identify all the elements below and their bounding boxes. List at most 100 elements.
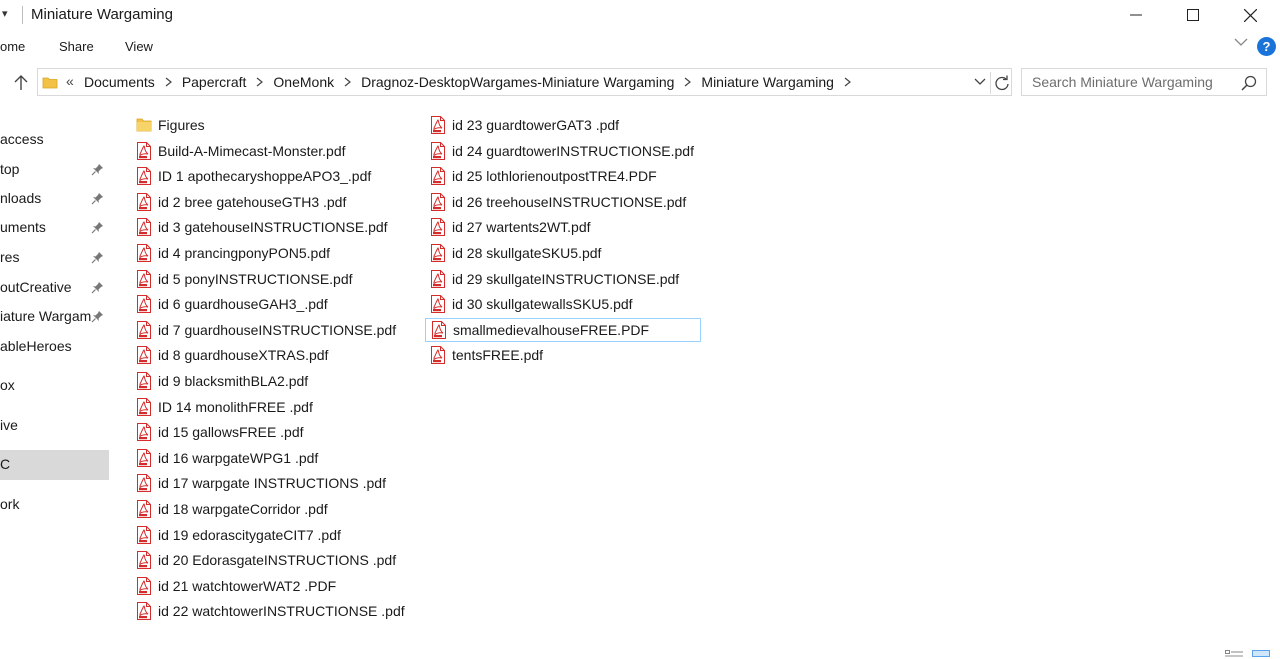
breadcrumb-miniature-wargaming[interactable]: Miniature Wargaming	[701, 74, 834, 90]
nav-item-dropbox[interactable]: ox	[0, 371, 109, 401]
nav-item-network[interactable]: ork	[0, 490, 109, 520]
nav-item-label: C	[0, 456, 11, 472]
pin-icon[interactable]	[91, 221, 104, 234]
file-item[interactable]: id 8 guardhouseXTRAS.pdf	[136, 343, 328, 367]
nav-item-desktop[interactable]: top	[0, 155, 109, 185]
file-name: id 18 warpgateCorridor .pdf	[158, 501, 328, 517]
chevron-right-icon[interactable]	[165, 77, 172, 87]
file-item[interactable]: ID 1 apothecaryshoppeAPO3_.pdf	[136, 164, 371, 188]
nav-item-pictures[interactable]: res	[0, 243, 109, 273]
chevron-right-icon[interactable]	[256, 77, 264, 87]
file-item[interactable]: id 16 warpgateWPG1 .pdf	[136, 446, 318, 470]
file-item[interactable]: id 19 edorascitygateCIT7 .pdf	[136, 523, 341, 547]
help-button[interactable]: ?	[1257, 37, 1276, 56]
nav-item-label: res	[0, 249, 20, 265]
pin-icon[interactable]	[91, 310, 104, 323]
file-item[interactable]: id 23 guardtowerGAT3 .pdf	[430, 113, 619, 137]
pin-icon[interactable]	[91, 163, 104, 176]
file-name: id 3 gatehouseINSTRUCTIONSE.pdf	[158, 219, 388, 235]
file-name: id 15 gallowsFREE .pdf	[158, 424, 304, 440]
nav-item-this-pc[interactable]: C	[0, 450, 109, 480]
nav-item-scoutcreative[interactable]: outCreative	[0, 273, 109, 303]
file-item[interactable]: Build-A-Mimecast-Monster.pdf	[136, 139, 346, 163]
tab-view[interactable]: View	[125, 39, 153, 54]
minimize-button[interactable]	[1107, 0, 1165, 30]
breadcrumb-dragnoz[interactable]: Dragnoz-DesktopWargames-Miniature Wargam…	[361, 74, 674, 90]
breadcrumb-papercraft[interactable]: Papercraft	[182, 74, 247, 90]
file-item[interactable]: id 27 wartents2WT.pdf	[430, 215, 591, 239]
chevron-right-icon[interactable]	[844, 77, 851, 87]
file-item[interactable]: id 2 bree gatehouseGTH3 .pdf	[136, 190, 346, 214]
file-name: id 26 treehouseINSTRUCTIONSE.pdf	[452, 194, 687, 210]
search-box[interactable]	[1021, 68, 1267, 96]
file-item[interactable]: tentsFREE.pdf	[430, 343, 543, 367]
file-item[interactable]: id 3 gatehouseINSTRUCTIONSE.pdf	[136, 215, 388, 239]
file-item[interactable]: id 4 prancingponyPON5.pdf	[136, 241, 330, 265]
large-icons-view-icon[interactable]	[1252, 650, 1270, 658]
details-view-icon[interactable]	[1225, 650, 1243, 658]
maximize-button[interactable]	[1164, 0, 1222, 30]
window-title: Miniature Wargaming	[31, 6, 173, 23]
nav-item-onedrive[interactable]: ive	[0, 411, 109, 441]
pdf-file-icon	[431, 321, 447, 339]
tab-home[interactable]: ome	[0, 39, 25, 54]
chevron-right-icon[interactable]	[344, 77, 352, 87]
file-name: id 27 wartents2WT.pdf	[452, 219, 591, 235]
chevron-right-icon[interactable]	[684, 77, 692, 87]
refresh-button[interactable]	[990, 72, 1013, 94]
pdf-file-icon	[136, 193, 152, 211]
file-name: Figures	[158, 117, 205, 133]
file-item[interactable]: ID 14 monolithFREE .pdf	[136, 395, 313, 419]
pdf-file-icon	[136, 218, 152, 236]
breadcrumb-onemonk[interactable]: OneMonk	[273, 74, 334, 90]
file-item[interactable]: id 25 lothlorienoutpostTRE4.PDF	[430, 164, 657, 188]
file-name: id 8 guardhouseXTRAS.pdf	[158, 347, 329, 363]
breadcrumb-documents[interactable]: Documents	[84, 74, 155, 90]
file-name: id 6 guardhouseGAH3_.pdf	[158, 296, 328, 312]
pin-icon[interactable]	[91, 281, 104, 294]
up-arrow-icon	[14, 75, 28, 90]
nav-item-downloads[interactable]: nloads	[0, 184, 109, 214]
nav-item-quick-access[interactable]: access	[0, 125, 109, 155]
folder-item[interactable]: Figures	[136, 113, 205, 137]
pin-icon[interactable]	[91, 251, 104, 264]
nav-item-label: access	[0, 131, 44, 147]
pdf-file-icon	[136, 423, 152, 441]
file-item[interactable]: id 9 blacksmithBLA2.pdf	[136, 369, 308, 393]
navigation-pane: access top nloads uments res outCreative…	[0, 105, 110, 645]
nav-item-printableheroes[interactable]: ableHeroes	[0, 332, 109, 362]
nav-item-documents[interactable]: uments	[0, 213, 109, 243]
file-item[interactable]: smallmedievalhouseFREE.PDF	[425, 318, 701, 342]
file-name: id 7 guardhouseINSTRUCTIONSE.pdf	[158, 322, 397, 338]
file-item[interactable]: id 22 watchtowerINSTRUCTIONSE .pdf	[136, 599, 405, 623]
file-name: smallmedievalhouseFREE.PDF	[453, 322, 650, 338]
quick-access-dropdown-icon[interactable]: ▾	[2, 7, 8, 20]
file-item[interactable]: id 28 skullgateSKU5.pdf	[430, 241, 601, 265]
close-button[interactable]	[1221, 0, 1279, 30]
breadcrumb-overflow[interactable]: «	[66, 73, 74, 89]
file-item[interactable]: id 29 skullgateINSTRUCTIONSE.pdf	[430, 267, 679, 291]
file-item[interactable]: id 24 guardtowerINSTRUCTIONSE.pdf	[430, 139, 694, 163]
up-button[interactable]	[10, 70, 32, 94]
file-item[interactable]: id 17 warpgate INSTRUCTIONS .pdf	[136, 471, 386, 495]
search-input[interactable]	[1030, 73, 1234, 91]
file-item[interactable]: id 7 guardhouseINSTRUCTIONSE.pdf	[136, 318, 396, 342]
pin-icon[interactable]	[91, 192, 104, 205]
nav-item-miniature-wargaming[interactable]: iature Wargam	[0, 302, 109, 332]
file-name: id 9 blacksmithBLA2.pdf	[158, 373, 309, 389]
file-item[interactable]: id 20 EdorasgateINSTRUCTIONS .pdf	[136, 548, 396, 572]
file-item[interactable]: id 15 gallowsFREE .pdf	[136, 420, 304, 444]
tab-share[interactable]: Share	[59, 39, 94, 54]
file-name: Build-A-Mimecast-Monster.pdf	[158, 143, 346, 159]
file-item[interactable]: id 26 treehouseINSTRUCTIONSE.pdf	[430, 190, 686, 214]
pdf-file-icon	[136, 295, 152, 313]
file-item[interactable]: id 30 skullgatewallsSKU5.pdf	[430, 292, 633, 316]
chevron-down-icon[interactable]	[974, 77, 986, 86]
file-item[interactable]: id 6 guardhouseGAH3_.pdf	[136, 292, 328, 316]
address-bar[interactable]: « Documents Papercraft OneMonk Dragnoz-D…	[37, 68, 1012, 96]
file-item[interactable]: id 18 warpgateCorridor .pdf	[136, 497, 328, 521]
expand-ribbon-icon[interactable]	[1234, 37, 1248, 47]
file-item[interactable]: id 5 ponyINSTRUCTIONSE.pdf	[136, 267, 353, 291]
search-icon[interactable]	[1241, 75, 1257, 91]
file-item[interactable]: id 21 watchtowerWAT2 .PDF	[136, 574, 336, 598]
